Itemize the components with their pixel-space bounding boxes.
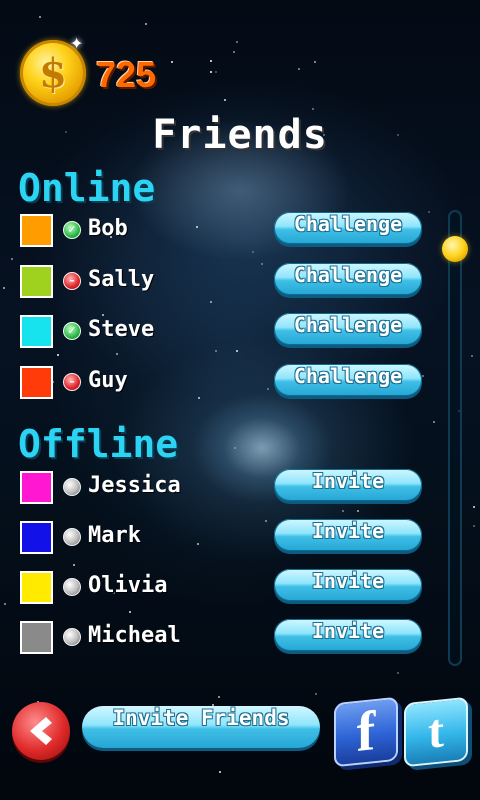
star	[39, 16, 41, 18]
star	[219, 771, 221, 773]
star	[234, 447, 236, 449]
invite-button[interactable]: Invite	[274, 519, 422, 551]
star	[473, 506, 475, 508]
scrollbar-thumb[interactable]	[442, 236, 468, 262]
star	[4, 603, 6, 605]
friend-color-swatch	[20, 621, 53, 654]
friend-name: Micheal	[88, 623, 181, 648]
status-online-icon: ✓	[63, 322, 81, 340]
friend-row: Mark Invite	[20, 519, 430, 557]
star	[129, 611, 131, 613]
back-arrow-icon	[30, 717, 52, 745]
star	[471, 355, 473, 357]
back-button[interactable]	[12, 702, 70, 760]
challenge-button[interactable]: Challenge	[274, 313, 422, 345]
star	[397, 672, 399, 674]
star	[224, 99, 226, 101]
star	[210, 60, 212, 62]
star	[210, 71, 212, 73]
challenge-button[interactable]: Challenge	[274, 263, 422, 295]
star	[342, 510, 344, 512]
star	[57, 354, 59, 356]
status-online-icon: ✓	[63, 221, 81, 239]
star	[145, 23, 147, 25]
star	[233, 51, 235, 53]
star	[298, 68, 300, 70]
facebook-button[interactable]: f	[334, 696, 398, 768]
star	[312, 108, 314, 110]
friend-color-swatch	[20, 521, 53, 554]
section-offline-heading: Offline	[18, 422, 179, 466]
twitter-button[interactable]: t	[404, 696, 468, 768]
sparkle-icon: ✦	[70, 30, 84, 55]
star	[11, 258, 13, 260]
status-offline-icon	[63, 628, 81, 646]
friend-color-swatch	[20, 571, 53, 604]
friend-name: Bob	[88, 216, 128, 241]
friend-color-swatch	[20, 471, 53, 504]
friend-name: Mark	[88, 523, 141, 548]
section-online-heading: Online	[18, 166, 156, 210]
star	[473, 525, 475, 527]
friend-row: – Guy Challenge	[20, 364, 430, 402]
twitter-icon: t	[428, 704, 444, 759]
page-title: Friends	[152, 112, 328, 158]
friend-name: Steve	[88, 317, 155, 342]
friend-name: Guy	[88, 368, 128, 393]
invite-button[interactable]: Invite	[274, 619, 422, 651]
friend-name: Sally	[88, 267, 155, 292]
star	[357, 510, 359, 512]
invite-button[interactable]: Invite	[274, 569, 422, 601]
friend-row: ✓ Bob Challenge	[20, 212, 430, 250]
challenge-button[interactable]: Challenge	[274, 212, 422, 244]
star	[116, 353, 118, 355]
friend-row: ✓ Steve Challenge	[20, 313, 430, 351]
status-offline-icon	[63, 478, 81, 496]
star	[171, 61, 173, 63]
status-offline-icon	[63, 578, 81, 596]
friend-color-swatch	[20, 315, 53, 348]
star	[3, 287, 5, 289]
star	[215, 71, 217, 73]
star	[236, 41, 238, 43]
invite-friends-button[interactable]: Invite Friends	[82, 706, 320, 748]
friend-name: Jessica	[88, 473, 181, 498]
star	[218, 696, 220, 698]
friend-row: Micheal Invite	[20, 619, 430, 657]
status-busy-icon: –	[63, 373, 81, 391]
star	[433, 421, 435, 423]
friend-row: Olivia Invite	[20, 569, 430, 607]
friend-row: Jessica Invite	[20, 469, 430, 507]
invite-button[interactable]: Invite	[274, 469, 422, 501]
challenge-button[interactable]: Challenge	[274, 364, 422, 396]
star	[314, 61, 316, 63]
star	[252, 251, 254, 253]
star	[73, 564, 75, 566]
status-busy-icon: –	[63, 272, 81, 290]
star	[315, 693, 317, 695]
coin-count: 725	[96, 54, 157, 95]
scrollbar-track[interactable]	[448, 210, 462, 666]
friend-color-swatch	[20, 265, 53, 298]
friend-row: – Sally Challenge	[20, 263, 430, 301]
friend-color-swatch	[20, 214, 53, 247]
friend-color-swatch	[20, 366, 53, 399]
star	[210, 301, 212, 303]
friend-name: Olivia	[88, 573, 168, 598]
status-offline-icon	[63, 528, 81, 546]
facebook-icon: f	[356, 700, 376, 764]
